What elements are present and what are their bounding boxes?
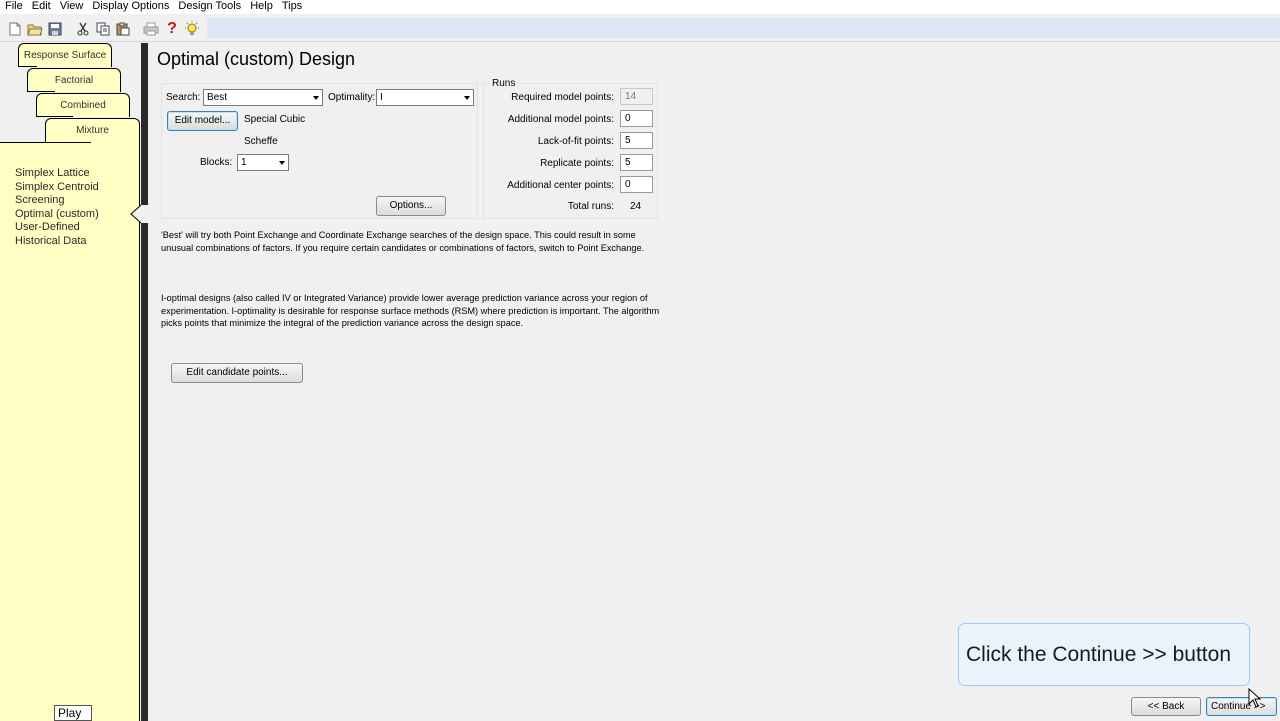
model-name: Special Cubic [244, 114, 306, 125]
additional-points-label: Additional model points: [507, 114, 614, 125]
tab-mixture-label: Mixture [76, 125, 109, 136]
menu-edit[interactable]: Edit [27, 0, 55, 13]
total-runs-label: Total runs: [567, 201, 614, 212]
menu-tips[interactable]: Tips [277, 0, 306, 13]
tip-lightbulb-icon[interactable] [183, 20, 201, 38]
search-settings-group: Search: Best Optimality: I Edit model...… [161, 83, 478, 219]
search-select-value: Best [207, 92, 228, 103]
blocks-label: Blocks: [200, 157, 233, 168]
back-button[interactable]: << Back [1131, 697, 1201, 716]
tab-combined-label: Combined [60, 100, 106, 111]
open-folder-icon[interactable] [26, 20, 44, 38]
required-points-label: Required model points: [511, 92, 614, 103]
options-button[interactable]: Options... [376, 196, 446, 216]
menu-file[interactable]: File [0, 0, 27, 13]
print-icon[interactable] [142, 20, 160, 38]
page-title: Optimal (custom) Design [157, 49, 356, 69]
center-points-label: Additional center points: [507, 180, 614, 191]
blocks-select-value: 1 [241, 157, 247, 168]
search-info-text: 'Best' will try both Point Exchange and … [161, 230, 645, 253]
runs-group: Runs Required model points: 14 Additiona… [483, 78, 658, 219]
total-runs-value: 24 [630, 201, 642, 212]
additional-points-field[interactable]: 0 [620, 110, 653, 127]
menu-display-options[interactable]: Display Options [87, 0, 173, 13]
optimality-label: Optimality: [328, 92, 376, 103]
design-item-simplex-centroid[interactable]: Simplex Centroid [15, 181, 99, 195]
design-item-historical-data[interactable]: Historical Data [15, 235, 99, 249]
design-item-user-defined[interactable]: User-Defined [15, 221, 99, 235]
selection-pointer [130, 204, 148, 224]
cut-icon[interactable] [74, 20, 92, 38]
center-points-field[interactable]: 0 [620, 176, 653, 193]
optimality-select[interactable]: I [376, 89, 474, 106]
lack-of-fit-field[interactable]: 5 [620, 132, 653, 149]
replicate-points-field[interactable]: 5 [620, 154, 653, 171]
edit-candidate-points-button[interactable]: Edit candidate points... [171, 363, 303, 383]
paste-icon[interactable] [114, 20, 132, 38]
panel-divider [141, 43, 148, 721]
tab-response-surface-label: Response Surface [23, 50, 107, 61]
search-label: Search: [166, 92, 201, 103]
search-select[interactable]: Best [203, 89, 323, 106]
design-list-panel: Simplex Lattice Simplex Centroid Screeni… [0, 142, 140, 721]
tutorial-callout: Click the Continue >> button [958, 623, 1250, 686]
tab-combined[interactable]: Combined [36, 93, 130, 117]
chevron-down-icon [279, 161, 285, 165]
model-form: Scheffe [244, 136, 278, 147]
runs-group-title: Runs [490, 78, 518, 89]
menu-design-tools[interactable]: Design Tools [173, 0, 245, 13]
optimality-select-value: I [380, 92, 383, 103]
edit-model-button[interactable]: Edit model... [167, 111, 238, 131]
lack-of-fit-label: Lack-of-fit points: [537, 136, 614, 147]
tab-factorial-label: Factorial [54, 75, 94, 86]
mouse-cursor-icon [1248, 688, 1262, 708]
required-points-field: 14 [620, 88, 653, 105]
play-button[interactable]: Play [54, 705, 92, 721]
menu-view[interactable]: View [55, 0, 88, 13]
optimality-info-text: I-optimal designs (also called IV or Int… [161, 293, 660, 329]
design-type-panel: Response Surface Factorial Combined Mixt… [0, 43, 148, 721]
main-content: Optimal (custom) Design Search: Best Opt… [148, 43, 1280, 721]
replicate-points-label: Replicate points: [540, 158, 614, 169]
chevron-down-icon [313, 96, 319, 100]
design-item-screening[interactable]: Screening [15, 194, 99, 208]
tab-response-surface[interactable]: Response Surface [18, 43, 112, 67]
blocks-select[interactable]: 1 [237, 154, 289, 171]
new-file-icon[interactable] [6, 20, 24, 38]
save-icon[interactable] [46, 20, 64, 38]
tab-factorial[interactable]: Factorial [27, 68, 121, 92]
menu-help[interactable]: Help [245, 0, 277, 13]
toolbar: ? [0, 15, 1280, 42]
design-list: Simplex Lattice Simplex Centroid Screeni… [15, 167, 99, 248]
design-item-simplex-lattice[interactable]: Simplex Lattice [15, 167, 99, 181]
design-item-optimal-custom[interactable]: Optimal (custom) [15, 208, 99, 222]
chevron-down-icon [464, 96, 470, 100]
copy-icon[interactable] [94, 20, 112, 38]
help-icon[interactable]: ? [163, 20, 181, 38]
continue-button[interactable]: Continue >> [1206, 697, 1277, 716]
toolbar-strip [207, 18, 1280, 38]
tab-mixture[interactable]: Mixture [45, 118, 140, 143]
menu-bar: File Edit View Display Options Design Tools H… [0, 0, 1280, 14]
